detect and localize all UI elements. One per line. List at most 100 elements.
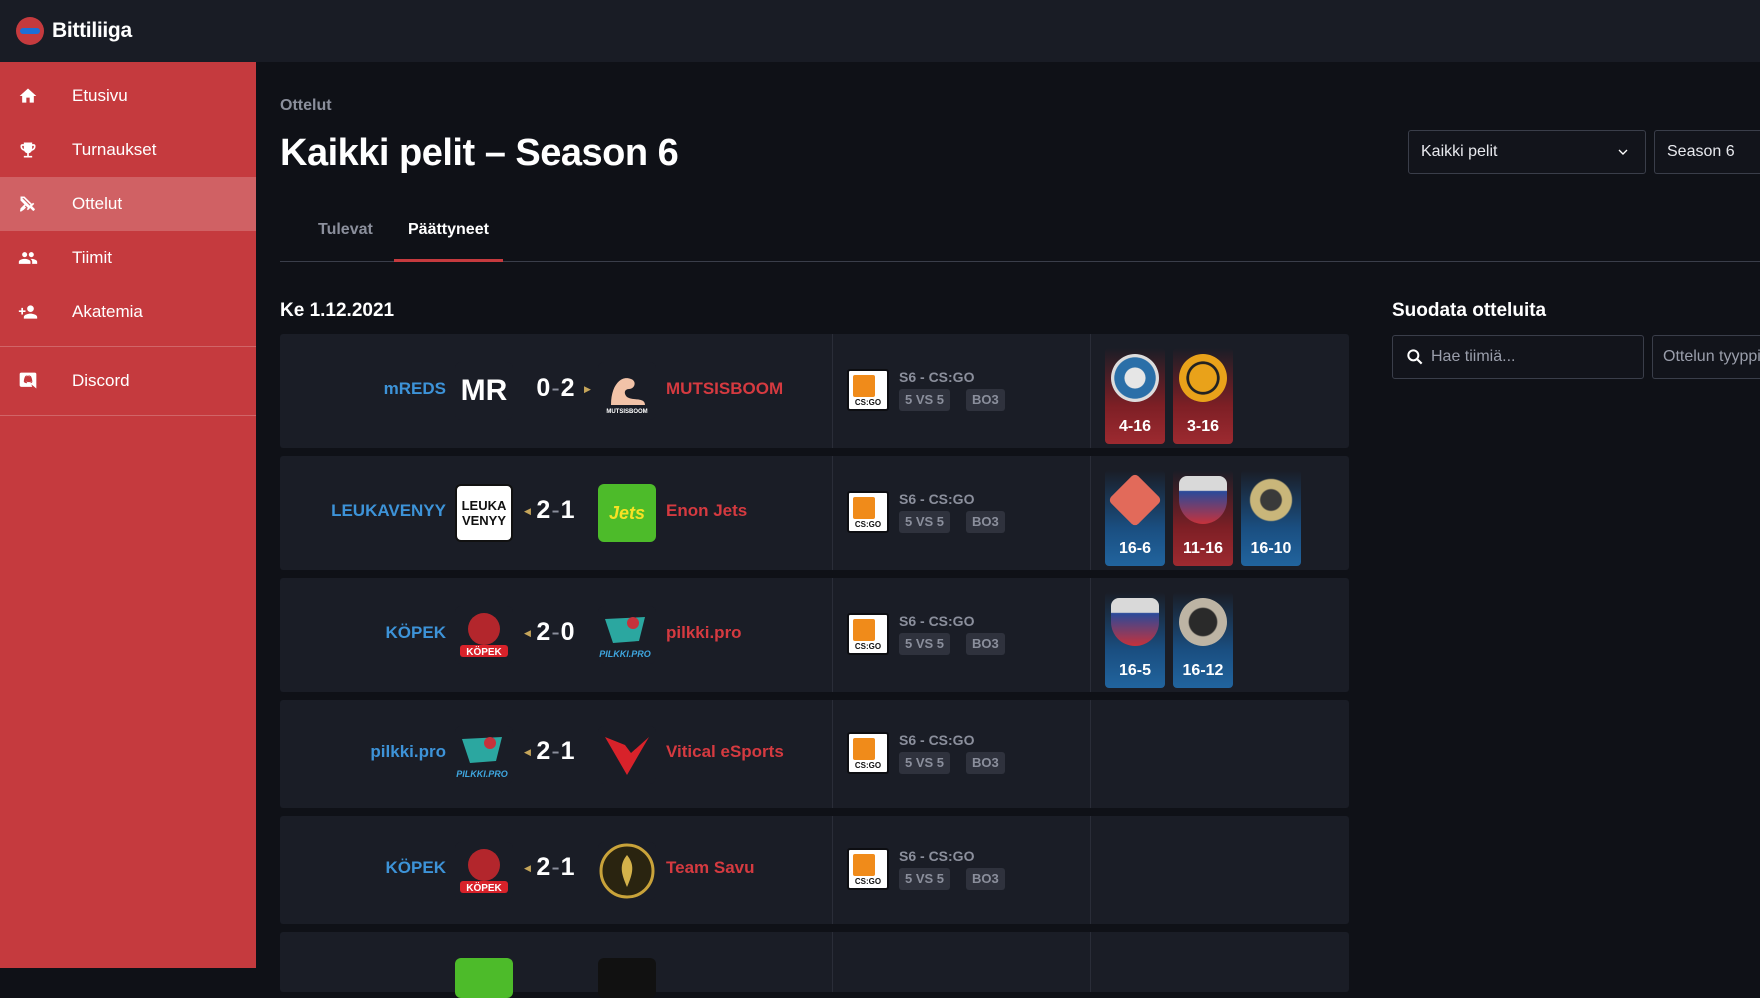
svg-text:KÖPEK: KÖPEK	[466, 881, 502, 894]
flame-emblem-icon	[599, 843, 655, 899]
brand-name[interactable]: Bittiliiga	[52, 19, 132, 43]
sidebar-item-ottelut[interactable]: Ottelut	[0, 177, 256, 231]
map-result-card[interactable]: 16-12	[1173, 592, 1233, 688]
home-team-name[interactable]: mREDS	[384, 379, 446, 399]
home-team-name[interactable]: LEUKAVENYY	[331, 501, 446, 521]
match-row[interactable]	[280, 932, 1349, 998]
home-team-logo[interactable]	[455, 958, 513, 998]
sidebar-item-label: Tiimit	[72, 248, 112, 267]
bittiliiga-logo-icon[interactable]	[16, 17, 44, 45]
away-team-logo[interactable]: MUTSISBOOM	[598, 362, 656, 420]
home-icon	[19, 88, 37, 103]
winner-arrow-icon: ◀	[524, 863, 531, 873]
match-info: S6 - CS:GO 5 VS 5 BO3	[832, 816, 1090, 924]
match-info: S6 - CS:GO 5 VS 5 BO3	[832, 578, 1090, 692]
away-team-name[interactable]: pilkki.pro	[666, 623, 742, 643]
sidebar-item-turnaukset[interactable]: Turnaukset	[0, 123, 256, 177]
home-score: 2	[536, 618, 552, 646]
game-label: S6 - CS:GO	[899, 369, 975, 385]
team-search-field[interactable]	[1392, 335, 1644, 379]
format-chip: 5 VS 5	[899, 633, 951, 655]
match-row[interactable]: mREDS MR 0-2 ▶ MUTSISBOOM MUTSISBOOM S6 …	[280, 334, 1349, 448]
format-chip: 5 VS 5	[899, 389, 951, 411]
season-select[interactable]: Season 6	[1654, 130, 1760, 174]
match-maps	[1090, 700, 1349, 808]
format-chip: 5 VS 5	[899, 868, 951, 890]
away-team-logo[interactable]	[598, 726, 656, 784]
filter-heading: Suodata otteluita	[1392, 300, 1547, 321]
away-team-name[interactable]: MUTSISBOOM	[666, 379, 783, 399]
search-icon	[1407, 349, 1423, 365]
breadcrumb[interactable]: Ottelut	[280, 97, 332, 115]
map-result-card[interactable]: 16-10	[1241, 470, 1301, 566]
chevron-down-icon	[1618, 149, 1628, 155]
match-score: 2-0	[536, 618, 576, 646]
match-info: S6 - CS:GO 5 VS 5 BO3	[832, 334, 1090, 448]
fish-icon: PILKKI.PRO	[599, 617, 651, 659]
home-team-logo[interactable]: LEUKA VENYY	[455, 484, 513, 542]
away-score: 1	[560, 496, 576, 524]
match-teams: pilkki.pro PILKKI.PRO ◀ 2-1 Vitical eSpo…	[280, 700, 832, 808]
sidebar-item-label: Discord	[72, 371, 130, 390]
away-team-name[interactable]: Enon Jets	[666, 501, 747, 521]
match-type-select[interactable]: Ottelun tyyppi	[1652, 335, 1760, 379]
away-team-logo[interactable]: PILKKI.PRO	[598, 606, 656, 664]
map-result-card[interactable]: 3-16	[1173, 348, 1233, 444]
csgo-icon	[847, 732, 889, 774]
match-score: 2-1	[536, 496, 576, 524]
svg-text:PILKKI.PRO: PILKKI.PRO	[599, 649, 651, 659]
person-add-icon	[18, 305, 38, 319]
match-row[interactable]: LEUKAVENYY LEUKA VENYY ◀ 2-1 Jets Enon Je…	[280, 456, 1349, 570]
home-team-logo[interactable]: KÖPEK	[455, 606, 513, 664]
svg-text:MUTSISBOOM: MUTSISBOOM	[606, 409, 647, 415]
tab-paattyneet[interactable]: Päättyneet	[394, 212, 503, 262]
away-team-name[interactable]: Vitical eSports	[666, 742, 784, 762]
map-result-card[interactable]: 11-16	[1173, 470, 1233, 566]
home-team-logo[interactable]: PILKKI.PRO	[455, 726, 513, 784]
sidebar-item-tiimit[interactable]: Tiimit	[0, 231, 256, 285]
match-row[interactable]: pilkki.pro PILKKI.PRO ◀ 2-1 Vitical eSpo…	[280, 700, 1349, 808]
map-result-card[interactable]: 4-16	[1105, 348, 1165, 444]
csgo-icon	[847, 369, 889, 411]
csgo-icon	[847, 848, 889, 890]
match-score: 0-2	[536, 374, 576, 402]
series-chip: BO3	[966, 633, 1005, 655]
match-teams: LEUKAVENYY LEUKA VENYY ◀ 2-1 Jets Enon Je…	[280, 456, 832, 570]
game-label: S6 - CS:GO	[899, 613, 975, 629]
search-input[interactable]	[1431, 348, 1631, 366]
winner-arrow-icon: ◀	[524, 747, 531, 757]
map-result-card[interactable]: 16-5	[1105, 592, 1165, 688]
away-team-logo[interactable]	[598, 842, 656, 900]
trophy-icon	[20, 142, 36, 158]
home-team-name[interactable]: pilkki.pro	[370, 742, 446, 762]
game-select-value: Kaikki pelit	[1421, 143, 1498, 160]
game-label: S6 - CS:GO	[899, 491, 975, 507]
home-team-logo[interactable]: KÖPEK	[455, 842, 513, 900]
match-maps	[1090, 816, 1349, 924]
series-chip: BO3	[966, 511, 1005, 533]
away-team-name[interactable]: Team Savu	[666, 858, 755, 878]
series-chip: BO3	[966, 752, 1005, 774]
game-select[interactable]: Kaikki pelit	[1408, 130, 1646, 174]
match-row[interactable]: KÖPEK KÖPEK ◀ 2-1 Team Savu S6 - CS:GO 5…	[280, 816, 1349, 924]
sidebar-divider	[0, 415, 256, 416]
home-score: 0	[536, 374, 552, 402]
main-content: Ottelut Kaikki pelit – Season 6 Kaikki p…	[256, 62, 1760, 998]
home-team-name[interactable]: KÖPEK	[386, 858, 446, 878]
away-team-logo[interactable]	[598, 958, 656, 998]
sidebar-divider	[0, 346, 256, 347]
home-team-logo[interactable]: MR	[455, 362, 513, 420]
sidebar-item-akatemia[interactable]: Akatemia	[0, 285, 256, 339]
match-score: 2-1	[536, 853, 576, 881]
tab-tulevat[interactable]: Tulevat	[304, 212, 387, 262]
away-team-logo[interactable]: Jets	[598, 484, 656, 542]
map-result-card[interactable]: 16-6	[1105, 470, 1165, 566]
winner-arrow-icon: ◀	[524, 628, 531, 638]
season-select-value: Season 6	[1667, 143, 1735, 160]
overpass-icon	[1179, 354, 1227, 402]
match-row[interactable]: KÖPEK KÖPEK ◀ 2-0 PILKKI.PRO pilkki.pro …	[280, 578, 1349, 692]
sidebar-item-etusivu[interactable]: Etusivu	[0, 69, 256, 123]
home-team-name[interactable]: KÖPEK	[386, 623, 446, 643]
sidebar-item-discord[interactable]: Discord	[0, 354, 256, 408]
bear-icon: KÖPEK	[460, 613, 508, 658]
